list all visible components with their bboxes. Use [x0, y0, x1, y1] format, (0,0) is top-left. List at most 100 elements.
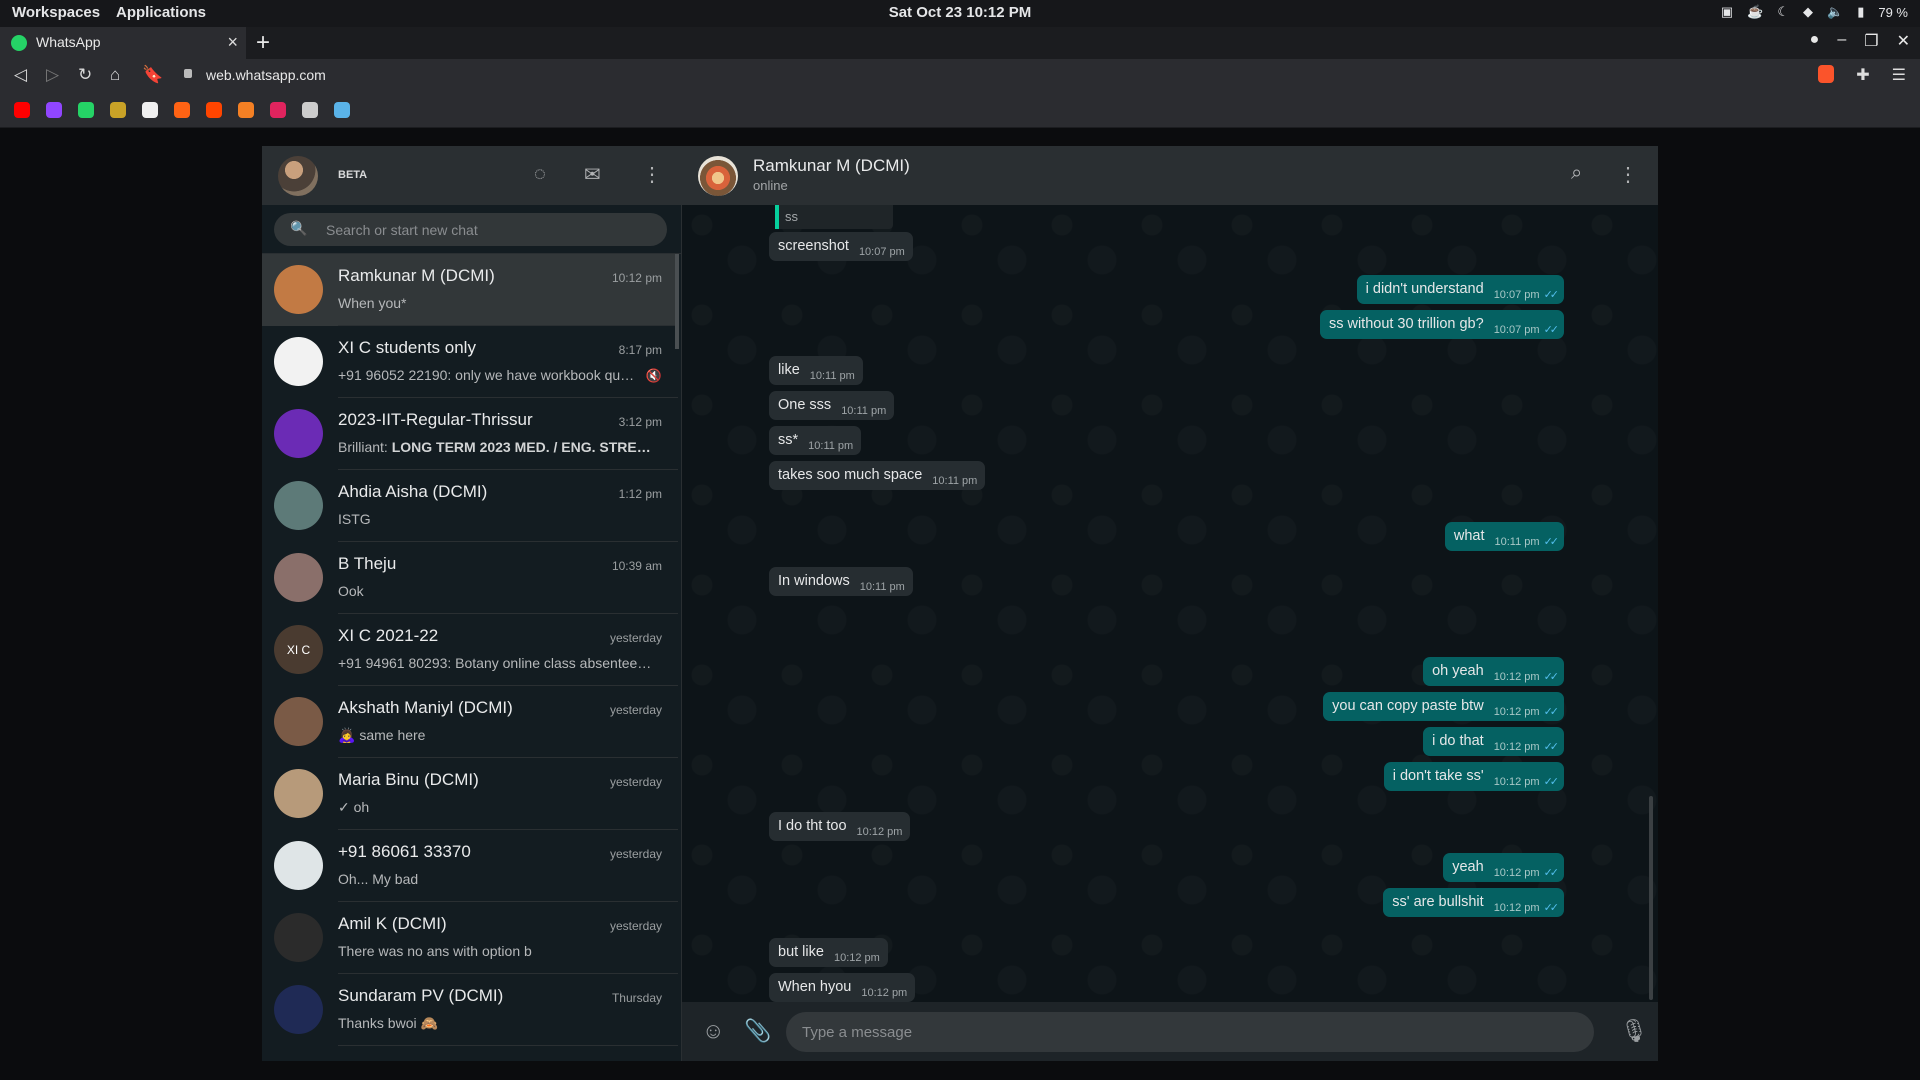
quoted-message[interactable]: ss [775, 205, 893, 229]
clock[interactable]: Sat Oct 23 10:12 PM [0, 4, 1920, 21]
message-time: 10:11 pm [932, 475, 978, 487]
bookmark-icon[interactable] [174, 102, 190, 118]
forward-icon[interactable]: ▷ [46, 65, 59, 85]
close-tab-icon[interactable]: × [227, 32, 238, 53]
chat-avatar: XI C [274, 625, 323, 674]
chat-time: yesterday [609, 631, 662, 645]
bookmark-icon[interactable] [142, 102, 158, 118]
message-text: When hyou [778, 979, 852, 995]
brave-shields-icon[interactable] [1818, 65, 1835, 83]
outgoing-message[interactable]: you can copy paste btw 10:12 pm ✓✓ [1323, 692, 1564, 721]
outgoing-message[interactable]: i didn't understand 10:07 pm ✓✓ [1356, 275, 1564, 304]
search-messages-icon[interactable]: ⌕ [1571, 162, 1582, 185]
reload-icon[interactable]: ↻ [78, 65, 92, 85]
status-icon[interactable]: ◌ [534, 163, 546, 186]
profile-icon[interactable]: ● [1810, 31, 1820, 51]
incoming-message[interactable]: ss* 10:11 pm [769, 426, 862, 455]
restore-icon[interactable]: ❐ [1864, 31, 1878, 51]
lock-icon[interactable] [184, 69, 192, 78]
message-text: like [778, 362, 800, 378]
new-tab-button[interactable]: + [256, 29, 270, 57]
emoji-icon[interactable]: ☺ [702, 1018, 724, 1044]
chat-name: Sundaram PV (DCMI) [338, 986, 504, 1005]
chat-name: Maria Binu (DCMI) [338, 770, 479, 789]
bookmark-icon[interactable] [46, 102, 62, 118]
message-input[interactable] [786, 1012, 1594, 1052]
search-icon: 🔍 [290, 220, 308, 236]
chat-last-message: Brilliant: LONG TERM 2023 MED. / ENG. ST… [338, 439, 651, 455]
coffee-icon[interactable]: ☕ [1747, 4, 1763, 20]
message-text: ss* [778, 432, 799, 448]
home-icon[interactable]: ⌂ [110, 65, 120, 85]
bookmark-icon[interactable] [110, 102, 126, 118]
chat-list-scrollbar[interactable] [675, 254, 679, 349]
chat-last-message: Thanks bwoi 🙈 [338, 1015, 438, 1031]
chat-avatar [274, 481, 323, 530]
my-avatar[interactable] [278, 156, 318, 196]
battery-icon[interactable]: ▮ [1857, 4, 1864, 20]
chat-time: yesterday [609, 919, 662, 933]
incoming-message[interactable]: but like 10:12 pm [769, 938, 888, 967]
incoming-message[interactable]: like 10:11 pm [769, 356, 863, 385]
bookmark-icon[interactable] [302, 102, 318, 118]
bookmark-icon[interactable] [334, 102, 350, 118]
chat-list-item[interactable]: Akshath Maniyl (DCMI) yesterday 🙇‍♀️ same … [262, 686, 678, 758]
menu-icon[interactable]: ☰ [1892, 65, 1906, 85]
incoming-message[interactable]: takes soo much space 10:11 pm [769, 461, 986, 490]
chat-list-item[interactable]: Ramkunar M (DCMI) 10:12 pm When you* [262, 254, 678, 326]
bookmark-icon[interactable] [238, 102, 254, 118]
contact-name[interactable]: Ramkunar M (DCMI) [753, 156, 910, 176]
chat-menu-icon[interactable]: ⋮ [1618, 162, 1638, 187]
outgoing-message[interactable]: yeah 10:12 pm ✓✓ [1443, 853, 1564, 882]
outgoing-message[interactable]: i don't take ss' 10:12 pm ✓✓ [1383, 762, 1564, 791]
bookmark-icon[interactable] [270, 102, 286, 118]
chat-list-item[interactable]: +91 86061 33370 yesterday Oh... My bad [262, 830, 678, 902]
outgoing-message[interactable]: ss' are bullshit 10:12 pm ✓✓ [1383, 888, 1564, 917]
chat-list-item[interactable]: B Theju 10:39 am Ook [262, 542, 678, 614]
chat-list-item[interactable]: XI C XI C 2021-22 yesterday +91 94961 80293… [262, 614, 678, 686]
url-field[interactable]: web.whatsapp.com [206, 67, 326, 83]
browser-tab[interactable]: WhatsApp × [0, 27, 246, 59]
outgoing-message[interactable]: what 10:11 pm ✓✓ [1444, 522, 1564, 551]
read-receipt-icon: ✓✓ [1543, 289, 1560, 301]
incoming-message[interactable]: I do tht too 10:12 pm [769, 812, 911, 841]
search-box[interactable]: 🔍 [274, 213, 667, 246]
bookmark-icon[interactable] [206, 102, 222, 118]
message-time: 10:12 pm [833, 952, 880, 964]
contact-avatar[interactable] [698, 156, 738, 196]
bookmark-icon[interactable] [14, 102, 30, 118]
chat-list-item[interactable]: 2023-IIT-Regular-Thrissur 3:12 pm Brillian… [262, 398, 678, 470]
bookmark-icon[interactable]: 🔖 [142, 65, 163, 85]
outgoing-message[interactable]: ss without 30 trillion gb? 10:07 pm ✓✓ [1319, 310, 1564, 339]
browser-tab-strip: WhatsApp × + ● – ❐ ✕ [0, 27, 1920, 59]
extensions-icon[interactable]: ✚ [1856, 65, 1869, 85]
message-time: 10:11 pm [1494, 536, 1540, 548]
chat-list-item[interactable]: Maria Binu (DCMI) yesterday ✓ oh [262, 758, 678, 830]
incoming-message[interactable]: In windows 10:11 pm [769, 567, 913, 596]
close-window-icon[interactable]: ✕ [1897, 31, 1910, 51]
wifi-icon[interactable]: ◆ [1803, 4, 1813, 20]
chat-list-item[interactable]: Amil K (DCMI) yesterday There was no ans w… [262, 902, 678, 974]
outgoing-message[interactable]: oh yeah 10:12 pm ✓✓ [1423, 657, 1564, 686]
search-input[interactable] [326, 213, 646, 246]
chat-avatar [274, 769, 323, 818]
microphone-icon[interactable]: 🎙 [1620, 1018, 1648, 1044]
minimize-icon[interactable]: – [1837, 31, 1846, 51]
back-icon[interactable]: ◁ [14, 65, 27, 85]
bookmark-icon[interactable] [78, 102, 94, 118]
chat-list-item[interactable]: XI C students only 8:17 pm +91 96052 22190… [262, 326, 678, 398]
new-chat-icon[interactable]: ✉ [584, 162, 601, 187]
night-mode-icon[interactable]: ☾ [1777, 4, 1789, 20]
more-options-icon[interactable]: ⋮ [642, 162, 662, 187]
screen-icon[interactable]: ▣ [1721, 4, 1733, 20]
message-text: yeah [1452, 859, 1484, 875]
incoming-message[interactable]: When hyou 10:12 pm [769, 973, 916, 1002]
chat-list-item[interactable]: Ahdia Aisha (DCMI) 1:12 pm ISTG [262, 470, 678, 542]
message-scrollbar[interactable] [1649, 796, 1653, 1000]
chat-list-item[interactable]: Sundaram PV (DCMI) Thursday Thanks bwoi 🙈 [262, 974, 678, 1046]
incoming-message[interactable]: screenshot 10:07 pm [769, 232, 913, 261]
volume-icon[interactable]: 🔈 [1827, 4, 1843, 20]
incoming-message[interactable]: One sss 10:11 pm [769, 391, 895, 420]
outgoing-message[interactable]: i do that 10:12 pm ✓✓ [1423, 727, 1564, 756]
attach-icon[interactable]: 📎 [744, 1018, 771, 1044]
